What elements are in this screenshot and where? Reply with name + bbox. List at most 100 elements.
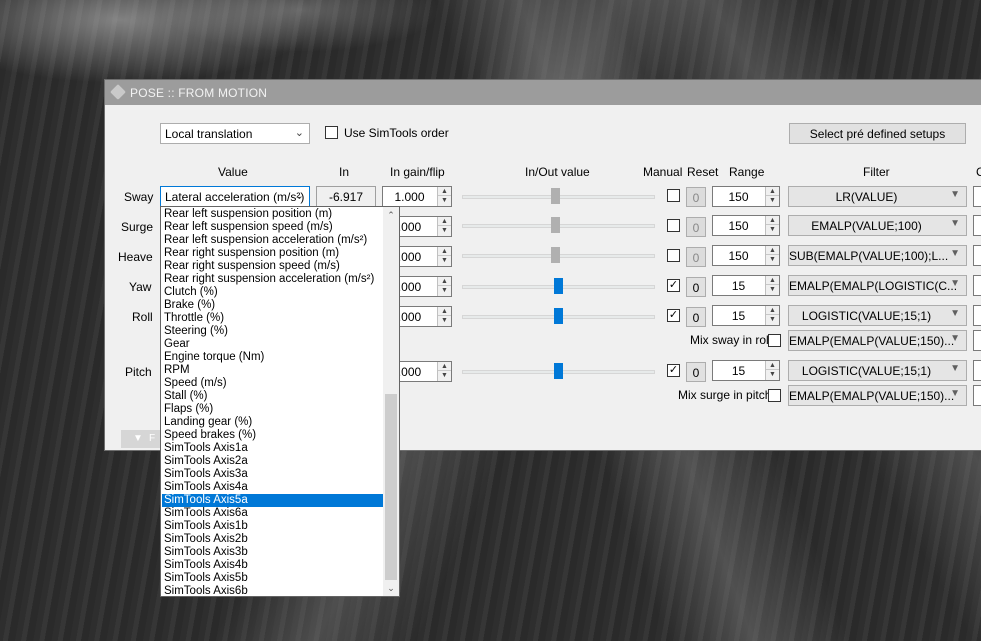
triangle-down-icon[interactable]: ▼ — [438, 371, 451, 380]
dropdown-item[interactable]: SimTools Axis3a — [162, 468, 383, 481]
dropdown-item[interactable]: SimTools Axis4b — [162, 559, 383, 572]
dropdown-item[interactable]: SimTools Axis6a — [162, 507, 383, 520]
dropdown-item[interactable]: Flaps (%) — [162, 403, 383, 416]
use-simtools-order-checkbox[interactable] — [325, 126, 338, 139]
pitch-range-stepper[interactable]: 15 ▲ ▼ — [712, 360, 780, 381]
dropdown-item[interactable]: SimTools Axis1a — [162, 442, 383, 455]
dropdown-item[interactable]: Steering (%) — [162, 325, 383, 338]
dropdown-item[interactable]: SimTools Axis2a — [162, 455, 383, 468]
triangle-up-icon[interactable]: ▲ — [438, 307, 451, 316]
chevron-up-icon[interactable]: ⌃ — [383, 207, 399, 223]
triangle-down-icon[interactable]: ▼ — [438, 316, 451, 325]
triangle-up-icon[interactable]: ▲ — [438, 362, 451, 371]
mix-roll-cut-field[interactable] — [973, 330, 981, 351]
sway-value-select[interactable]: Lateral acceleration (m/s²) ⌄ — [160, 186, 310, 207]
dropdown-item[interactable]: Speed (m/s) — [162, 377, 383, 390]
roll-cut-field[interactable] — [973, 305, 981, 326]
dropdown-item[interactable]: Rear left suspension position (m) — [162, 208, 383, 221]
dropdown-item[interactable]: Stall (%) — [162, 390, 383, 403]
dropdown-item[interactable]: Rear right suspension speed (m/s) — [162, 260, 383, 273]
triangle-down-icon[interactable]: ▼ — [766, 225, 779, 234]
heave-manual-checkbox[interactable] — [667, 249, 680, 262]
mode-select[interactable]: Local translation ⌄ — [160, 123, 310, 144]
triangle-down-icon[interactable]: ▼ — [766, 315, 779, 324]
triangle-up-icon[interactable]: ▲ — [766, 246, 779, 255]
surge-reset-button[interactable]: 0 — [686, 217, 706, 237]
triangle-down-icon[interactable]: ▼ — [438, 286, 451, 295]
triangle-up-icon[interactable]: ▲ — [766, 306, 779, 315]
value-dropdown-list[interactable]: Rear left suspension position (m) Rear le… — [160, 206, 400, 597]
dropdown-item[interactable]: Throttle (%) — [162, 312, 383, 325]
mix-surge-in-pitch-filter-select[interactable]: EMALP(EMALP(VALUE;150)... ▼ — [788, 385, 967, 406]
mix-surge-in-pitch-checkbox[interactable] — [768, 389, 781, 402]
heave-filter-select[interactable]: SUB(EMALP(VALUE;100);L... ▼ — [788, 245, 967, 266]
pitch-cut-field[interactable] — [973, 360, 981, 381]
roll-reset-button[interactable]: 0 — [686, 307, 706, 327]
dropdown-item[interactable]: Rear right suspension acceleration (m/s²… — [162, 273, 383, 286]
pitch-inout-thumb[interactable] — [554, 363, 563, 379]
yaw-reset-button[interactable]: 0 — [686, 277, 706, 297]
pitch-manual-checkbox[interactable]: ✓ — [667, 364, 680, 377]
dropdown-item[interactable]: Engine torque (Nm) — [162, 351, 383, 364]
title-bar[interactable]: POSE :: FROM MOTION — [105, 80, 981, 105]
mix-sway-in-roll-checkbox[interactable] — [768, 334, 781, 347]
dropdown-item[interactable]: Brake (%) — [162, 299, 383, 312]
dropdown-item[interactable]: SimTools Axis2b — [162, 533, 383, 546]
select-predefined-setups-button[interactable]: Select pré defined setups — [789, 123, 966, 144]
heave-reset-button[interactable]: 0 — [686, 247, 706, 267]
triangle-up-icon[interactable]: ▲ — [438, 247, 451, 256]
triangle-up-icon[interactable]: ▲ — [766, 187, 779, 196]
roll-range-stepper[interactable]: 15 ▲ ▼ — [712, 305, 780, 326]
dropdown-item[interactable]: Speed brakes (%) — [162, 429, 383, 442]
sway-cut-field[interactable] — [973, 186, 981, 207]
triangle-up-icon[interactable]: ▲ — [438, 277, 451, 286]
dropdown-item[interactable]: Rear left suspension acceleration (m/s²) — [162, 234, 383, 247]
pitch-reset-button[interactable]: 0 — [686, 362, 706, 382]
yaw-filter-select[interactable]: EMALP(EMALP(LOGISTIC(C... ▼ — [788, 275, 967, 296]
yaw-inout-thumb[interactable] — [554, 278, 563, 294]
surge-manual-checkbox[interactable] — [667, 219, 680, 232]
dropdown-item[interactable]: Landing gear (%) — [162, 416, 383, 429]
surge-filter-select[interactable]: EMALP(VALUE;100) ▼ — [788, 215, 967, 236]
triangle-up-icon[interactable]: ▲ — [766, 361, 779, 370]
heave-range-stepper[interactable]: 150 ▲ ▼ — [712, 245, 780, 266]
triangle-down-icon[interactable]: ▼ — [438, 196, 451, 205]
triangle-down-icon[interactable]: ▼ — [766, 370, 779, 379]
triangle-down-icon[interactable]: ▼ — [766, 285, 779, 294]
triangle-up-icon[interactable]: ▲ — [766, 216, 779, 225]
pitch-filter-select[interactable]: LOGISTIC(VALUE;15;1) ▼ — [788, 360, 967, 381]
dropdown-item[interactable]: SimTools Axis1b — [162, 520, 383, 533]
sway-range-stepper[interactable]: 150 ▲ ▼ — [712, 186, 780, 207]
sway-inout-thumb[interactable] — [551, 188, 560, 204]
surge-cut-field[interactable] — [973, 215, 981, 236]
roll-manual-checkbox[interactable]: ✓ — [667, 309, 680, 322]
dropdown-item[interactable]: SimTools Axis5a — [162, 494, 383, 507]
surge-range-stepper[interactable]: 150 ▲ ▼ — [712, 215, 780, 236]
triangle-up-icon[interactable]: ▲ — [438, 217, 451, 226]
triangle-down-icon[interactable]: ▼ — [438, 256, 451, 265]
chevron-down-icon[interactable]: ⌄ — [383, 580, 399, 596]
triangle-down-icon[interactable]: ▼ — [766, 196, 779, 205]
sway-gain-stepper[interactable]: 1.000 ▲ ▼ — [382, 186, 452, 207]
dropdown-item[interactable]: Gear — [162, 338, 383, 351]
sway-filter-select[interactable]: LR(VALUE) ▼ — [788, 186, 967, 207]
sway-manual-checkbox[interactable] — [667, 189, 680, 202]
yaw-manual-checkbox[interactable]: ✓ — [667, 279, 680, 292]
yaw-range-stepper[interactable]: 15 ▲ ▼ — [712, 275, 780, 296]
dropdown-scrollbar[interactable]: ⌃ ⌄ — [383, 207, 399, 596]
dropdown-item[interactable]: SimTools Axis3b — [162, 546, 383, 559]
scrollbar-thumb[interactable] — [385, 394, 397, 580]
dropdown-item[interactable]: SimTools Axis6b — [162, 585, 383, 596]
dropdown-item[interactable]: RPM — [162, 364, 383, 377]
dropdown-item[interactable]: Rear right suspension position (m) — [162, 247, 383, 260]
heave-cut-field[interactable] — [973, 245, 981, 266]
roll-inout-thumb[interactable] — [554, 308, 563, 324]
surge-inout-thumb[interactable] — [551, 217, 560, 233]
heave-inout-thumb[interactable] — [551, 247, 560, 263]
triangle-down-icon[interactable]: ▼ — [766, 255, 779, 264]
mix-sway-in-roll-filter-select[interactable]: EMALP(EMALP(VALUE;150)... ▼ — [788, 330, 967, 351]
mix-pitch-cut-field[interactable] — [973, 385, 981, 406]
sway-reset-button[interactable]: 0 — [686, 187, 706, 207]
roll-filter-select[interactable]: LOGISTIC(VALUE;15;1) ▼ — [788, 305, 967, 326]
triangle-up-icon[interactable]: ▲ — [438, 187, 451, 196]
